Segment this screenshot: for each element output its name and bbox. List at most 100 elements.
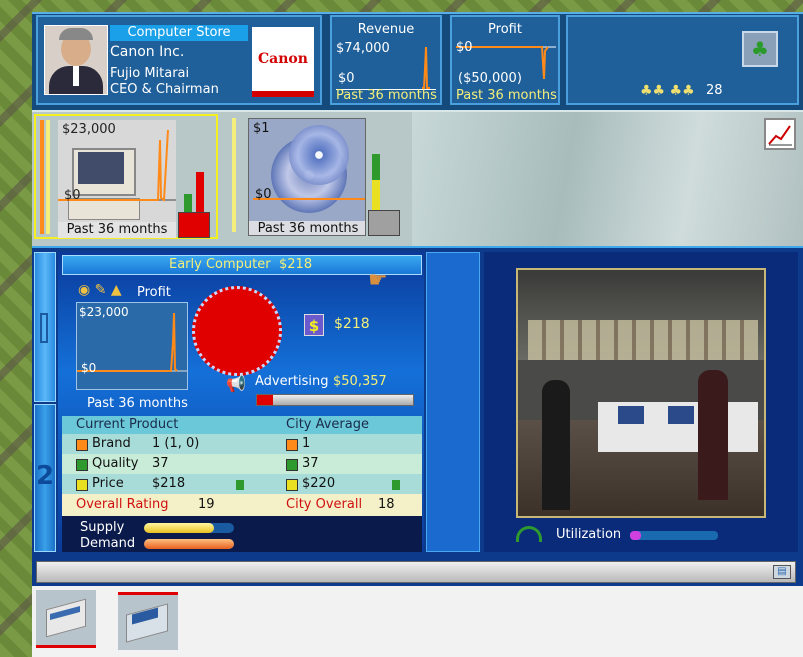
city-overall-label: City Overall (286, 497, 363, 512)
company-panel: Computer Store Canon Inc. Fujio Mitarai … (36, 15, 322, 105)
price-city-icon (286, 479, 298, 491)
employees-count: 28 (706, 83, 723, 98)
price-city-value: $220 (302, 476, 336, 491)
employees-icon: ♣♣ ♣♣ (640, 83, 695, 99)
company-name: Canon Inc. (110, 44, 185, 60)
revenue-title: Revenue (357, 22, 415, 37)
demand-bar (144, 539, 234, 549)
unit-2-period: Past 36 months (249, 221, 365, 235)
row-brand: Brand 1 (1, 0) 1 (62, 434, 422, 454)
supply-bar (144, 523, 234, 533)
status-circle[interactable] (192, 286, 282, 376)
megaphone-icon: 📢 (226, 374, 246, 393)
hand-cursor-icon: ☛ (368, 268, 388, 293)
building-thumb-1[interactable] (36, 590, 96, 648)
unit-1-max: $23,000 (62, 122, 116, 137)
profit-period: Past 36 months (456, 88, 557, 103)
profit-mini-chart[interactable]: $23,000 $0 (76, 302, 188, 390)
tab-2[interactable]: 2 (34, 404, 56, 552)
profit-mini-min: $0 (81, 361, 97, 375)
unit-purchasing[interactable]: $1 $0 Past 36 months (228, 114, 404, 239)
price-color-icon (76, 479, 88, 491)
price-icon[interactable]: $ (304, 314, 324, 336)
profit-mini-period: Past 36 months (87, 396, 188, 411)
overall-rating-value: 19 (198, 497, 215, 512)
brand-city-icon (286, 439, 298, 451)
production-icon[interactable]: ♣ (742, 31, 778, 67)
profit-title: Profit (488, 22, 522, 37)
unit-sales-selected[interactable]: $23,000 $0 Past 36 months (34, 114, 218, 239)
tab-2-label: 2 (36, 461, 55, 491)
advertising-label: Advertising (255, 374, 329, 389)
utilization-label: Utilization (556, 527, 622, 542)
unit-2-line (253, 198, 365, 200)
unit-2-max: $1 (253, 121, 270, 136)
profit-min: ($50,000) (458, 71, 522, 86)
city-overall-value: 18 (378, 497, 395, 512)
row-overall: Overall Rating 19 City Overall 18 (62, 494, 422, 516)
ratings-table: Current Product City Average Brand 1 (1,… (62, 416, 422, 516)
message-bar[interactable]: ▤ (36, 561, 796, 583)
ceo-portrait[interactable] (44, 25, 108, 95)
detail-spacer (426, 252, 480, 552)
chart-view-button[interactable] (764, 118, 796, 150)
message-icon[interactable]: ▤ (773, 565, 791, 579)
unit-1-line (58, 129, 176, 202)
quality-label: Quality (92, 456, 139, 471)
firm-info-panel: ♣ ♣♣ ♣♣ 28 (566, 15, 799, 105)
price-row-value: $218 (152, 476, 186, 491)
row-quality: Quality 37 37 (62, 454, 422, 474)
utilization-level-fill (630, 531, 641, 540)
revenue-period: Past 36 months (336, 88, 437, 103)
building-thumb-2[interactable] (118, 592, 178, 650)
brand-value: 1 (1, 0) (152, 436, 200, 451)
company-logo[interactable]: Canon (252, 27, 314, 97)
person-title: CEO & Chairman (110, 82, 219, 97)
quality-value: 37 (152, 456, 169, 471)
advertising-level-fill (257, 395, 273, 405)
unit-indicator-left (40, 120, 44, 234)
row-price: Price $218 $220 (62, 474, 422, 494)
quality-color-icon (76, 459, 88, 471)
unit-chart-1: $23,000 $0 Past 36 months (58, 120, 176, 238)
supply-level-fill (144, 523, 215, 533)
store-type-label: Computer Store (110, 25, 248, 41)
profit-max: $0 (456, 40, 473, 55)
unit-1-period: Past 36 months (58, 222, 176, 238)
unit-2-bar-yellow (372, 180, 380, 210)
supply-label: Supply (80, 520, 125, 535)
ratings-header: Current Product City Average (62, 416, 422, 434)
tab-1[interactable] (34, 252, 56, 402)
unit-1-status-swatch (178, 212, 210, 238)
quality-city-icon (286, 459, 298, 471)
col-current-product: Current Product (76, 417, 179, 432)
revenue-min: $0 (338, 71, 355, 86)
revenue-panel[interactable]: Revenue $74,000 $0 Past 36 months (330, 15, 442, 105)
store-photo[interactable] (516, 268, 766, 518)
price-city-trend-icon (392, 480, 400, 490)
unit-chart-2: $1 $0 Past 36 months (248, 118, 366, 236)
demand-level-fill (144, 539, 234, 549)
unit-1-min: $0 (64, 188, 81, 203)
person-name: Fujio Mitarai (110, 66, 190, 81)
unit-2-indicator (232, 118, 236, 232)
price-label: Price (92, 476, 124, 491)
unit-2-bar-green (372, 154, 380, 180)
utilization-bar (630, 531, 718, 540)
line-chart-icon (768, 125, 792, 146)
unit-1-bar-red (196, 172, 204, 212)
unit-1-bar-green (184, 194, 192, 212)
logo-text: Canon (258, 51, 308, 67)
profit-panel[interactable]: Profit $0 ($50,000) Past 36 months (450, 15, 560, 105)
demand-label: Demand (80, 536, 136, 551)
advertising-slider[interactable] (256, 394, 414, 406)
product-title: Early Computer (169, 257, 271, 272)
brand-city-value: 1 (302, 436, 311, 451)
profit-mini-max: $23,000 (79, 305, 129, 319)
col-city-average: City Average (286, 417, 369, 432)
product-title-price: $218 (279, 257, 313, 272)
brand-label: Brand (92, 436, 131, 451)
quality-city-value: 37 (302, 456, 319, 471)
unit-indicator-left2 (46, 120, 50, 234)
overall-rating-label: Overall Rating (76, 497, 169, 512)
